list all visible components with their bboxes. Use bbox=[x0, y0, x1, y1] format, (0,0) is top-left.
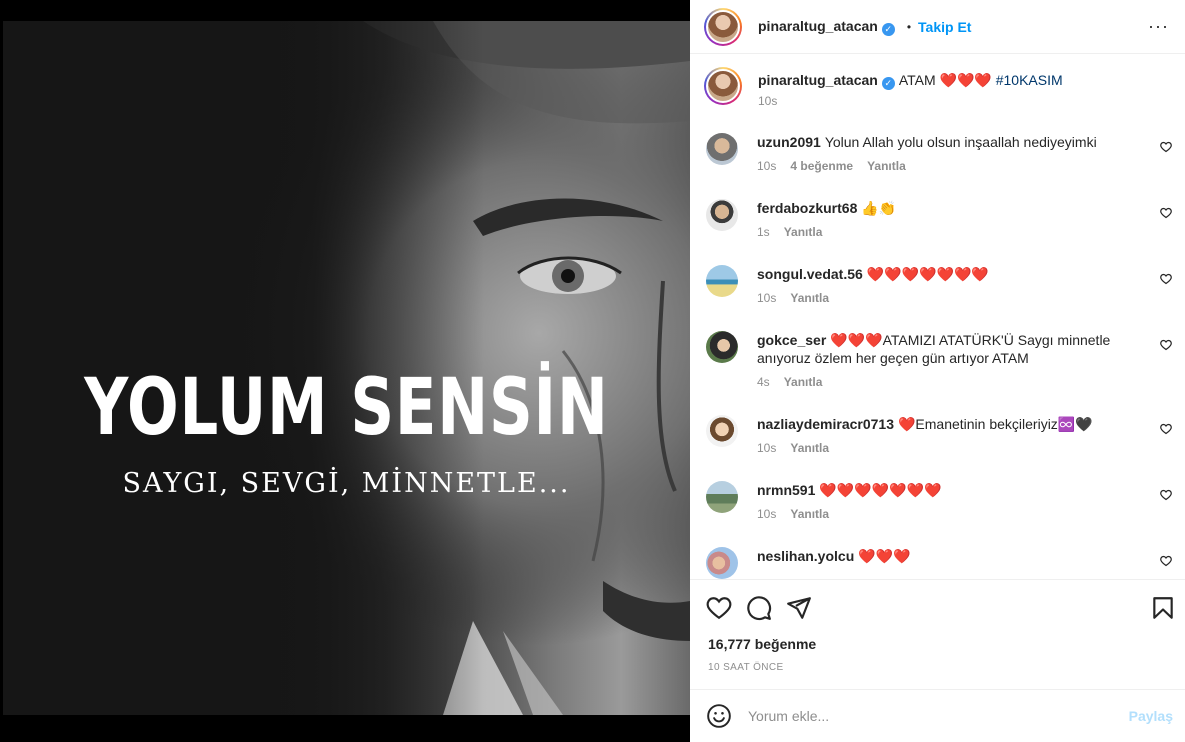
comment-composer: Paylaş bbox=[690, 689, 1185, 742]
comment-bubble-icon[interactable] bbox=[746, 595, 772, 621]
comment-username[interactable]: neslihan.yolcu bbox=[757, 548, 854, 564]
emoji-picker-icon[interactable] bbox=[706, 703, 732, 729]
separator-dot: • bbox=[906, 19, 912, 34]
comment-item: uzun2091 Yolun Allah yolu olsun inşaallah… bbox=[706, 133, 1172, 173]
likes-count[interactable]: 16,777 beğenme bbox=[708, 636, 816, 652]
post-comment-button[interactable]: Paylaş bbox=[1129, 708, 1173, 724]
comment-time: 10s bbox=[757, 507, 777, 521]
comments-list[interactable]: pinaraltug_atacan ✓ ATAM ❤️❤️❤️ #10KASIM 1… bbox=[690, 55, 1185, 579]
comment-heart-icon[interactable] bbox=[1160, 489, 1172, 501]
post-photo-pane: YOLUM SENSİN SAYGI, SEVGİ, MİNNETLE... bbox=[0, 0, 690, 742]
caption-meta: 10s bbox=[758, 94, 1178, 108]
comment-item: songul.vedat.56 ❤️❤️❤️❤️❤️❤️❤️ 10s Yanıtla bbox=[706, 265, 1172, 305]
comment-time: 1s bbox=[757, 225, 770, 239]
commenter-avatar[interactable] bbox=[706, 199, 738, 231]
comment-heart-icon[interactable] bbox=[1160, 273, 1172, 285]
comment-heart-icon[interactable] bbox=[1160, 207, 1172, 219]
comment-time: 10s bbox=[757, 441, 777, 455]
author-avatar[interactable] bbox=[704, 7, 742, 46]
caption-verified-icon: ✓ bbox=[881, 77, 895, 90]
commenter-avatar[interactable] bbox=[706, 547, 738, 579]
comment-username[interactable]: songul.vedat.56 bbox=[757, 266, 863, 282]
comment-text: 👍👏 bbox=[861, 200, 897, 216]
reply-button[interactable]: Yanıtla bbox=[867, 159, 906, 173]
comment-time: 10s bbox=[757, 291, 777, 305]
comment-username[interactable]: nazliaydemiracr0713 bbox=[757, 416, 894, 432]
post-header: pinaraltug_atacan ✓ • Takip Et ··· bbox=[690, 0, 1185, 54]
reply-button[interactable]: Yanıtla bbox=[784, 375, 823, 389]
comment-item: nazliaydemiracr0713 ❤️Emanetinin bekçiler… bbox=[706, 415, 1172, 455]
more-options-icon[interactable]: ··· bbox=[1148, 16, 1169, 37]
author-username-text[interactable]: pinaraltug_atacan bbox=[758, 18, 878, 34]
reply-button[interactable]: Yanıtla bbox=[784, 225, 823, 239]
caption-author-avatar-image bbox=[706, 69, 740, 103]
caption-time: 10s bbox=[758, 94, 778, 108]
caption-hashtag[interactable]: #10KASIM bbox=[996, 72, 1063, 88]
caption-text: ATAM ❤️❤️❤️ bbox=[898, 72, 992, 88]
comment-likes[interactable]: 4 beğenme bbox=[790, 159, 853, 173]
comment-text: ❤️❤️❤️ bbox=[858, 548, 911, 564]
commenter-avatar[interactable] bbox=[706, 415, 738, 447]
comment-heart-icon[interactable] bbox=[1160, 555, 1172, 567]
caption-author-avatar[interactable] bbox=[704, 67, 742, 105]
verified-badge-icon: ✓ bbox=[881, 22, 895, 36]
reply-button[interactable]: Yanıtla bbox=[790, 507, 829, 521]
comment-text: ❤️Emanetinin bekçileriyiz♾️🖤 bbox=[897, 416, 1093, 432]
caption-username[interactable]: pinaraltug_atacan bbox=[758, 72, 878, 88]
reply-button[interactable]: Yanıtla bbox=[790, 291, 829, 305]
author-username[interactable]: pinaraltug_atacan ✓ bbox=[758, 18, 895, 36]
comment-text: ❤️❤️❤️❤️❤️❤️❤️ bbox=[819, 482, 942, 498]
like-heart-icon[interactable] bbox=[706, 595, 732, 621]
comment-time: 4s bbox=[757, 375, 770, 389]
author-avatar-image bbox=[706, 9, 740, 44]
post-time-ago: 10 SAAT ÖNCE bbox=[708, 662, 784, 673]
comment-heart-icon[interactable] bbox=[1160, 339, 1172, 351]
comment-item: gokce_ser ❤️❤️❤️ATAMIZI ATATÜRK'Ü Saygı m… bbox=[706, 331, 1172, 389]
comment-item: neslihan.yolcu ❤️❤️❤️ bbox=[706, 547, 1172, 579]
comment-heart-icon[interactable] bbox=[1160, 141, 1172, 153]
comment-username[interactable]: nrmn591 bbox=[757, 482, 815, 498]
comment-username[interactable]: uzun2091 bbox=[757, 134, 821, 150]
post-subheadline: SAYGI, SEVGİ, MİNNETLE... bbox=[122, 468, 571, 499]
comment-heart-icon[interactable] bbox=[1160, 423, 1172, 435]
comment-time: 10s bbox=[757, 159, 777, 173]
post-image[interactable]: YOLUM SENSİN SAYGI, SEVGİ, MİNNETLE... bbox=[3, 21, 690, 715]
follow-button[interactable]: Takip Et bbox=[918, 19, 971, 35]
commenter-avatar[interactable] bbox=[706, 331, 738, 363]
share-plane-icon[interactable] bbox=[786, 595, 812, 621]
post-headline: YOLUM SENSİN bbox=[84, 363, 609, 453]
comment-input[interactable] bbox=[748, 708, 1129, 724]
comment-text: Yolun Allah yolu olsun inşaallah nediyey… bbox=[824, 134, 1097, 150]
comment-text: ❤️❤️❤️❤️❤️❤️❤️ bbox=[866, 266, 989, 282]
comment-username[interactable]: ferdabozkurt68 bbox=[757, 200, 857, 216]
reply-button[interactable]: Yanıtla bbox=[790, 441, 829, 455]
comment-username[interactable]: gokce_ser bbox=[757, 332, 826, 348]
comment-item: nrmn591 ❤️❤️❤️❤️❤️❤️❤️ 10s Yanıtla bbox=[706, 481, 1172, 521]
commenter-avatar[interactable] bbox=[706, 133, 738, 165]
commenter-avatar[interactable] bbox=[706, 265, 738, 297]
comment-item: ferdabozkurt68 👍👏 1s Yanıtla bbox=[706, 199, 1172, 239]
commenter-avatar[interactable] bbox=[706, 481, 738, 513]
bookmark-icon[interactable] bbox=[1150, 595, 1176, 621]
post-actions: 16,777 beğenme 10 SAAT ÖNCE bbox=[690, 579, 1185, 689]
post-side-panel: pinaraltug_atacan ✓ • Takip Et ··· pinara… bbox=[690, 0, 1185, 742]
post-caption: pinaraltug_atacan ✓ ATAM ❤️❤️❤️ #10KASIM 1… bbox=[704, 67, 1178, 108]
